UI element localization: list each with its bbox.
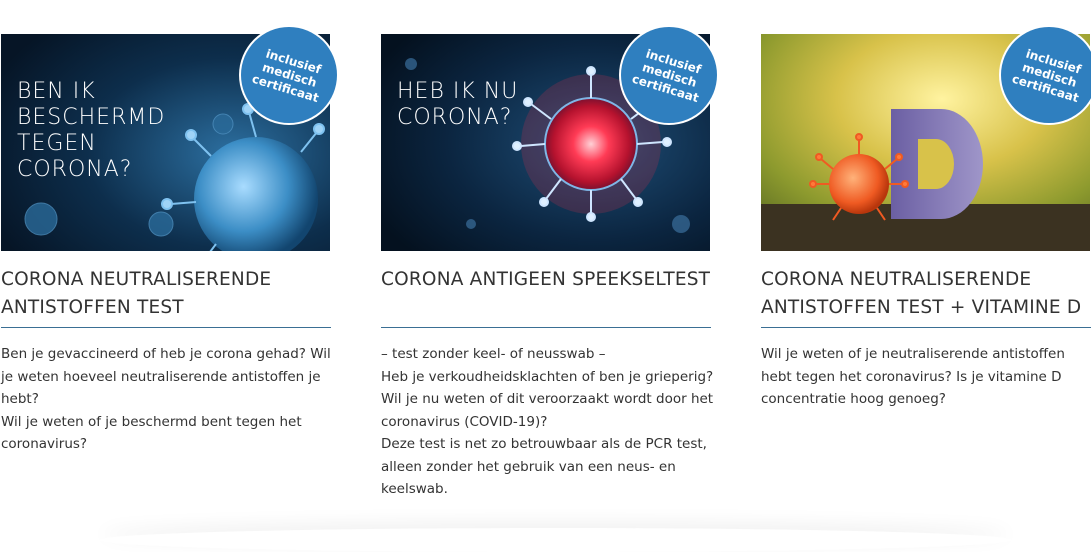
card-title[interactable]: CORONA ANTIGEEN SPEEKSELTEST [381, 266, 726, 294]
badge-label: inclusief medisch certificaat [1009, 46, 1083, 106]
product-card-vitamine-d[interactable]: inclusief medisch certificaat CORONA NEU… [761, 0, 1091, 532]
description-line: Ben je gevaccineerd of heb je corona geh… [1, 346, 331, 407]
description-line: Wil je weten of je neutraliserende antis… [761, 346, 1065, 407]
description-line: Wil je weten of je beschermd bent tegen … [1, 413, 302, 453]
badge-label: inclusief medisch certificaat [249, 46, 323, 106]
image-headline: BEN IK BESCHERMD TEGEN CORONA? [17, 79, 166, 182]
description-line: Heb je verkoudheidsklachten of ben je gr… [381, 368, 714, 430]
card-description: Ben je gevaccineerd of heb je corona geh… [1, 343, 336, 456]
title-divider [381, 327, 711, 328]
product-card-antistoffen[interactable]: BEN IK BESCHERMD TEGEN CORONA? inclusief… [1, 0, 337, 532]
badge-label: inclusief medisch certificaat [629, 46, 703, 106]
certificaat-badge: inclusief medisch certificaat [1001, 27, 1091, 123]
certificaat-badge: inclusief medisch certificaat [621, 27, 717, 123]
description-line: Deze test is net zo betrouwbaar als de P… [381, 436, 707, 497]
image-headline: HEB IK NU CORONA? [397, 79, 519, 130]
card-description: Wil je weten of je neutraliserende antis… [761, 343, 1091, 411]
title-divider [761, 327, 1091, 328]
card-description: – test zonder keel- of neusswab – Heb je… [381, 343, 716, 501]
description-line: – test zonder keel- of neusswab – [381, 346, 606, 362]
product-card-antigeen[interactable]: HEB IK NU CORONA? inclusief medisch cert… [381, 0, 717, 532]
title-divider [1, 327, 331, 328]
card-title[interactable]: CORONA NEUTRALISERENDE ANTISTOFFEN TEST [1, 266, 346, 322]
card-title[interactable]: CORONA NEUTRALISERENDE ANTISTOFFEN TEST … [761, 266, 1091, 322]
certificaat-badge: inclusief medisch certificaat [241, 27, 337, 123]
